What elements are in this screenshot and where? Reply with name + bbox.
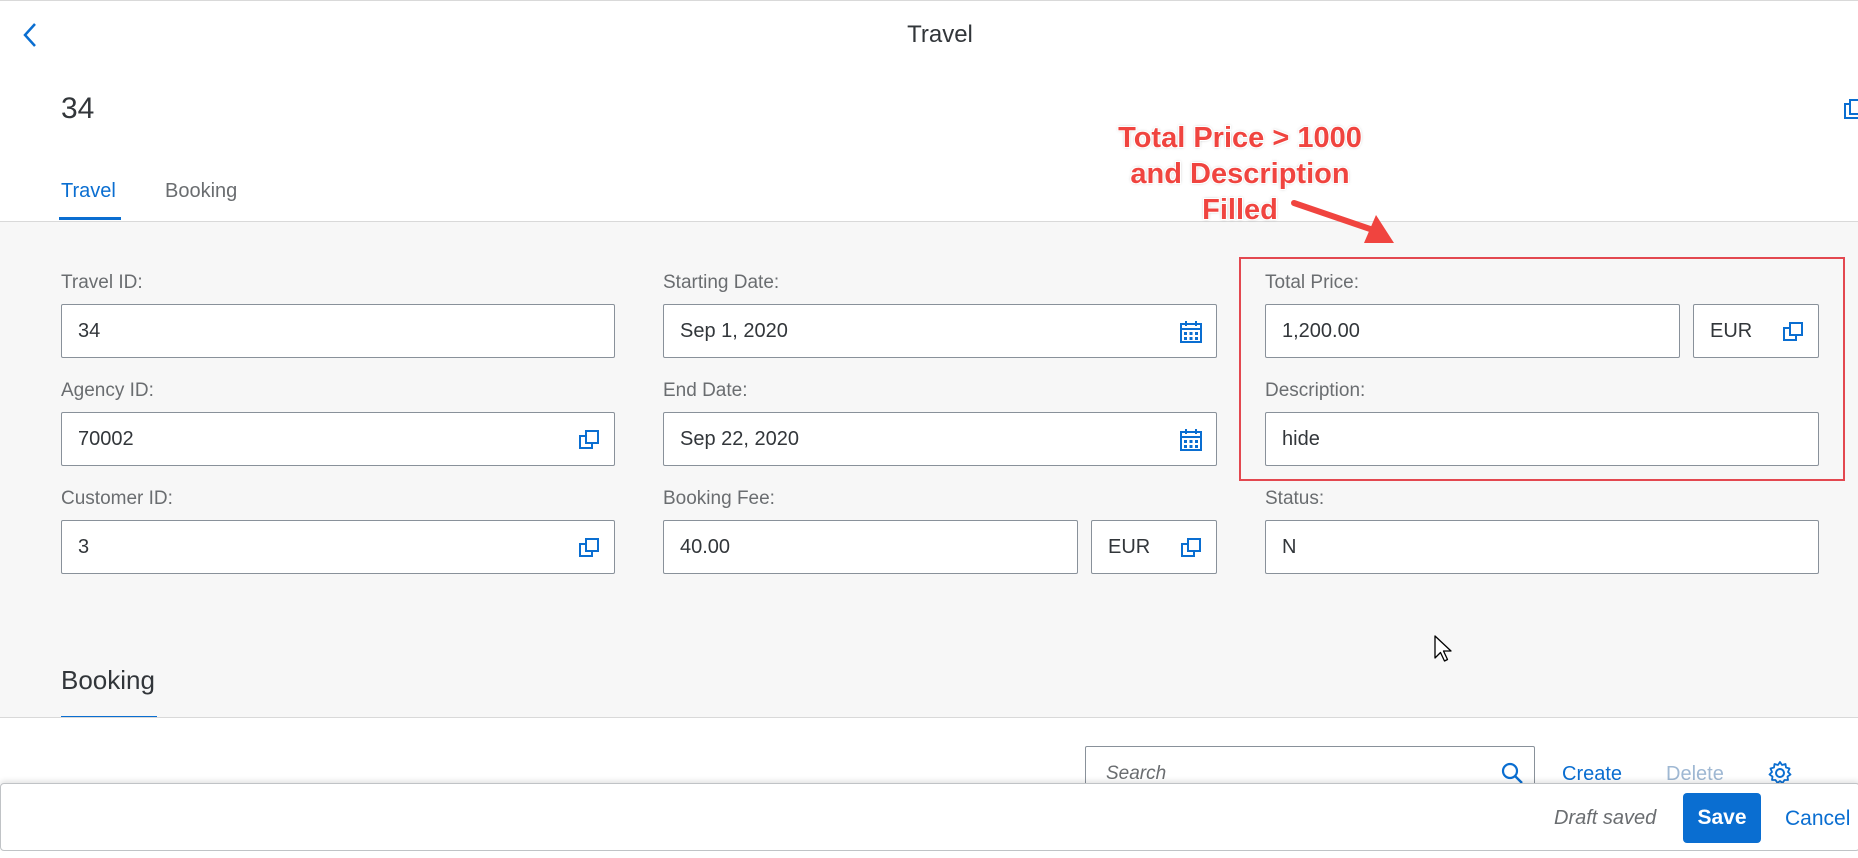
tab-travel[interactable]: Travel — [61, 180, 116, 203]
starting-date-field[interactable]: Sep 1, 2020 — [663, 304, 1217, 358]
customer-id-value: 3 — [78, 535, 90, 558]
travel-id-value: 34 — [78, 319, 101, 342]
table-row — [0, 851, 1858, 858]
footer-toolbar: Draft saved Save Cancel — [0, 783, 1858, 851]
app-title: Travel — [907, 21, 973, 48]
end-date-label: End Date: — [663, 380, 748, 401]
customer-id-field[interactable]: 3 — [61, 520, 615, 574]
starting-date-value: Sep 1, 2020 — [680, 319, 788, 342]
object-header: 34 Travel Booking — [0, 70, 1858, 222]
annotation-arrow-icon — [1291, 200, 1394, 243]
value-help-icon[interactable] — [576, 427, 602, 453]
end-date-value: Sep 22, 2020 — [680, 427, 799, 450]
agency-id-field[interactable]: 70002 — [61, 412, 615, 466]
customer-id-label: Customer ID: — [61, 488, 173, 509]
status-value: N — [1282, 535, 1297, 558]
active-tab-indicator — [59, 217, 121, 220]
share-icon[interactable] — [1842, 98, 1858, 127]
booking-fee-field[interactable]: 40.00 — [663, 520, 1078, 574]
value-help-icon[interactable] — [1178, 535, 1204, 561]
agency-id-label: Agency ID: — [61, 380, 154, 401]
search-placeholder: Search — [1106, 763, 1167, 784]
shell-bar: Travel — [0, 0, 1858, 70]
object-title: 34 — [61, 92, 95, 125]
annotation-line: and Description — [1130, 158, 1350, 190]
booking-fee-label: Booking Fee: — [663, 488, 775, 509]
save-button[interactable]: Save — [1683, 793, 1761, 843]
booking-fee-value: 40.00 — [680, 535, 731, 558]
status-field[interactable]: N — [1265, 520, 1819, 574]
starting-date-label: Starting Date: — [663, 272, 780, 293]
calendar-icon[interactable] — [1178, 427, 1204, 453]
end-date-field[interactable]: Sep 22, 2020 — [663, 412, 1217, 466]
mouse-cursor-icon — [1434, 635, 1452, 662]
annotation-highlight-box — [1239, 257, 1845, 481]
booking-fee-currency-field[interactable]: EUR — [1091, 520, 1217, 574]
agency-id-value: 70002 — [78, 427, 134, 450]
status-label: Status: — [1265, 488, 1325, 509]
tab-booking[interactable]: Booking — [165, 180, 237, 203]
booking-section-title: Booking — [61, 665, 155, 695]
cancel-button[interactable]: Cancel — [1785, 807, 1850, 831]
travel-id-field[interactable]: 34 — [61, 304, 615, 358]
calendar-icon[interactable] — [1178, 319, 1204, 345]
annotation-line: Total Price > 1000 — [1118, 122, 1362, 154]
draft-status: Draft saved — [1554, 807, 1657, 829]
value-help-icon[interactable] — [576, 535, 602, 561]
travel-id-label: Travel ID: — [61, 272, 143, 293]
